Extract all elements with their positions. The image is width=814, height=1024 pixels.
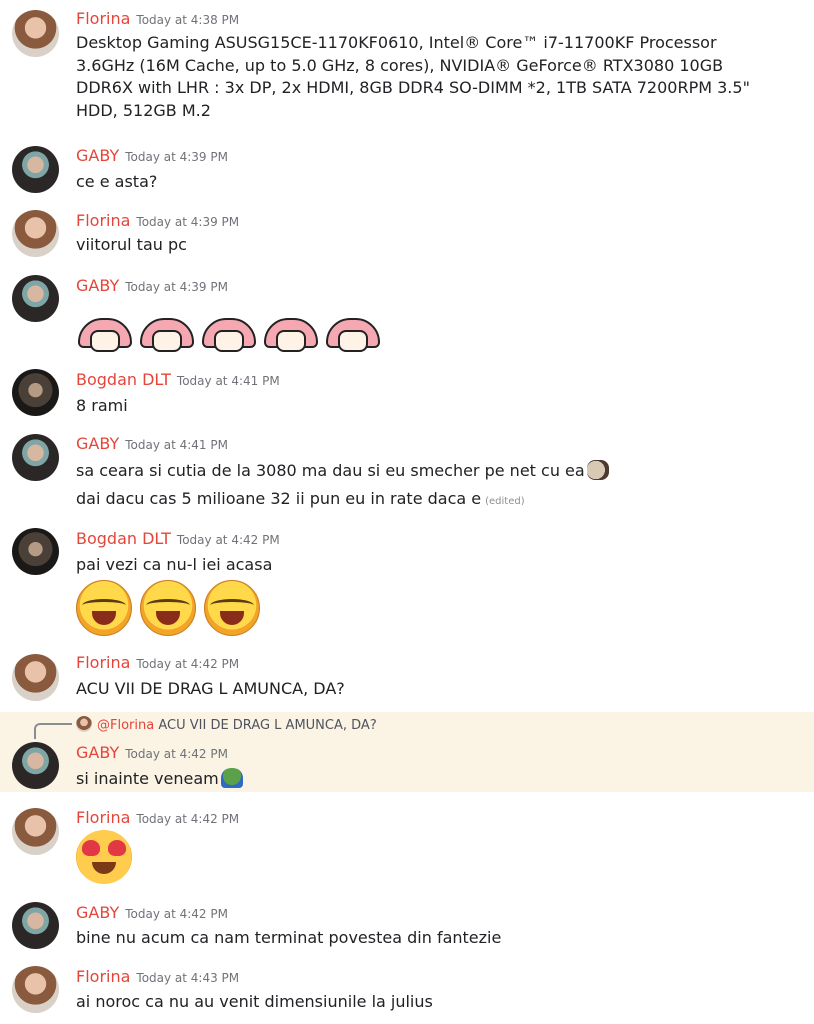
timestamp: Today at 4:42 PM xyxy=(125,907,228,921)
message-header: GABY Today at 4:41 PM xyxy=(76,434,228,453)
message-header: Florina Today at 4:43 PM xyxy=(76,967,239,986)
username[interactable]: Bogdan DLT xyxy=(76,529,171,548)
avatar[interactable] xyxy=(12,966,59,1013)
message-header: GABY Today at 4:39 PM xyxy=(76,276,228,295)
timestamp: Today at 4:42 PM xyxy=(136,812,240,826)
avatar[interactable] xyxy=(12,146,59,193)
anime-girl-emoji[interactable] xyxy=(262,316,319,352)
avatar[interactable] xyxy=(12,528,59,575)
username[interactable]: GABY xyxy=(76,743,119,762)
avatar[interactable] xyxy=(12,434,59,481)
timestamp: Today at 4:41 PM xyxy=(125,438,228,452)
avatar[interactable] xyxy=(12,808,59,855)
anime-girl-emoji[interactable] xyxy=(76,316,132,352)
avatar[interactable] xyxy=(12,742,59,789)
pepe-emoji[interactable] xyxy=(220,768,243,788)
message-text-part: dai dacu cas 5 milioane 32 ii pun eu in … xyxy=(76,489,482,508)
message-header: Florina Today at 4:42 PM xyxy=(76,653,239,672)
timestamp: Today at 4:42 PM xyxy=(136,657,240,671)
message-text: viitorul tau pc xyxy=(76,235,187,254)
emoji-row xyxy=(76,316,381,352)
message-text: ACU VII DE DRAG L AMUNCA, DA? xyxy=(76,679,345,698)
username[interactable]: Florina xyxy=(76,9,130,28)
avatar[interactable] xyxy=(12,902,59,949)
reply-connector xyxy=(34,723,72,739)
message-text-part: si inainte veneam xyxy=(76,769,219,788)
crying-laughing-emoji[interactable] xyxy=(204,580,261,636)
message-header: Florina Today at 4:42 PM xyxy=(76,808,239,827)
username[interactable]: Bogdan DLT xyxy=(76,370,171,389)
timestamp: Today at 4:39 PM xyxy=(125,150,228,164)
message-text: ai noroc ca nu au venit dimensiunile la … xyxy=(76,992,433,1011)
reply-avatar xyxy=(76,716,92,732)
message-header: GABY Today at 4:42 PM xyxy=(76,903,228,922)
emoji-row xyxy=(76,580,263,636)
username[interactable]: GABY xyxy=(76,146,119,165)
username[interactable]: Florina xyxy=(76,653,130,672)
anime-girl-emoji[interactable] xyxy=(200,316,257,352)
username[interactable]: GABY xyxy=(76,903,119,922)
message-header: Bogdan DLT Today at 4:41 PM xyxy=(76,370,280,389)
username[interactable]: GABY xyxy=(76,276,119,295)
message-header: Bogdan DLT Today at 4:42 PM xyxy=(76,529,280,548)
message-header: Florina Today at 4:38 PM xyxy=(76,9,239,28)
timestamp: Today at 4:39 PM xyxy=(125,280,228,294)
dog-emoji[interactable] xyxy=(586,460,609,480)
message-text: dai dacu cas 5 milioane 32 ii pun eu in … xyxy=(76,489,525,508)
timestamp: Today at 4:43 PM xyxy=(136,971,240,985)
message-text: sa ceara si cutia de la 3080 ma dau si e… xyxy=(76,460,609,480)
message-text: Desktop Gaming ASUSG15CE-1170KF0610, Int… xyxy=(76,33,750,120)
reply-mention[interactable]: @Florina xyxy=(97,718,154,733)
anime-girl-emoji[interactable] xyxy=(324,316,381,352)
message-text: si inainte veneam xyxy=(76,768,243,788)
message-text-part: sa ceara si cutia de la 3080 ma dau si e… xyxy=(76,461,585,480)
message-header: GABY Today at 4:42 PM xyxy=(76,743,228,762)
timestamp: Today at 4:38 PM xyxy=(136,13,240,27)
avatar[interactable] xyxy=(12,10,59,57)
message-header: GABY Today at 4:39 PM xyxy=(76,146,228,165)
timestamp: Today at 4:42 PM xyxy=(125,747,228,761)
timestamp: Today at 4:39 PM xyxy=(136,215,240,229)
avatar[interactable] xyxy=(12,654,59,701)
anime-girl-emoji[interactable] xyxy=(138,316,195,352)
message-text: 8 rami xyxy=(76,396,128,415)
username[interactable]: GABY xyxy=(76,434,119,453)
timestamp: Today at 4:41 PM xyxy=(176,374,280,388)
edited-label: (edited) xyxy=(485,496,525,507)
message-header: Florina Today at 4:39 PM xyxy=(76,211,239,230)
message-text: bine nu acum ca nam terminat povestea di… xyxy=(76,928,502,947)
username[interactable]: Florina xyxy=(76,808,130,827)
reply-text: ACU VII DE DRAG L AMUNCA, DA? xyxy=(158,718,377,733)
avatar[interactable] xyxy=(12,369,59,416)
avatar[interactable] xyxy=(12,275,59,322)
username[interactable]: Florina xyxy=(76,211,130,230)
heart-eyes-emoji[interactable] xyxy=(76,830,132,884)
timestamp: Today at 4:42 PM xyxy=(176,533,280,547)
message-text: ce e asta? xyxy=(76,172,158,191)
username[interactable]: Florina xyxy=(76,967,130,986)
crying-laughing-emoji[interactable] xyxy=(140,580,197,636)
crying-laughing-emoji[interactable] xyxy=(76,580,132,636)
message-text: pai vezi ca nu-l iei acasa xyxy=(76,555,273,574)
avatar[interactable] xyxy=(12,210,59,257)
reply-reference[interactable]: @Florina ACU VII DE DRAG L AMUNCA, DA? xyxy=(76,716,377,733)
